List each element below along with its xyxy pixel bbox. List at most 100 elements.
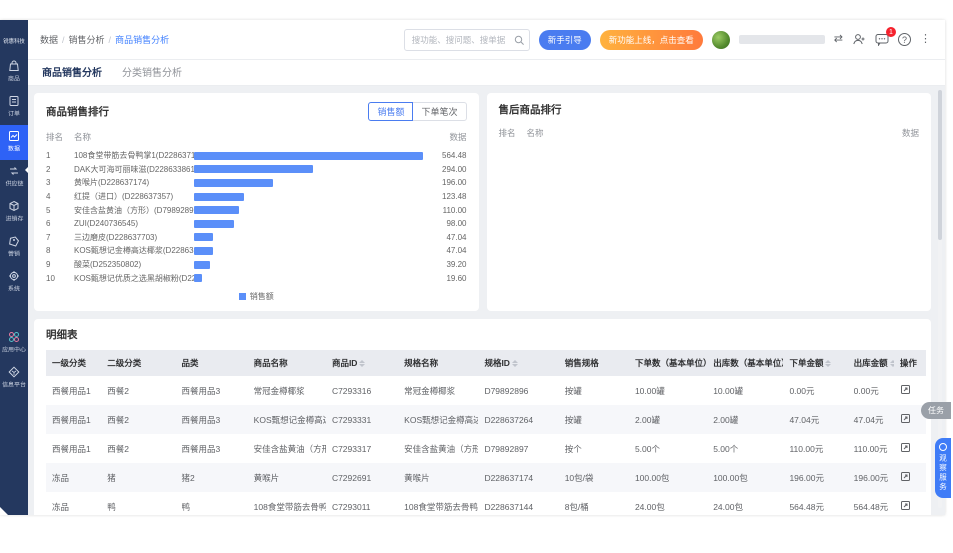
chart-legend: 销售额 [46,291,467,302]
tab-product-sales-analysis[interactable]: 商品销售分析 [42,64,102,79]
legend-label: 销售额 [249,292,274,301]
bar [194,260,210,269]
sidebar-item-inventory[interactable]: 进销存 [0,195,28,230]
brand-logo: 锐惠科技 [3,39,25,45]
col-category: 品类 [181,358,199,368]
search-icon[interactable] [514,33,525,51]
sort-icon[interactable] [359,360,366,368]
rank-row: 10KOS甄想记优质之选黑胡椒粉(D228634296)19.60 [46,273,467,283]
data-chart-icon [8,130,20,142]
view-detail-icon[interactable] [900,413,911,426]
sidebar-item-system[interactable]: 系统 [0,265,28,300]
col-level2-category: 二级分类 [107,358,142,368]
table-title: 明细表 [46,329,78,341]
detail-table: 一级分类 二级分类 品类 商品名称 商品ID 规格名称 规格ID 销售规格 下单… [46,350,926,515]
breadcrumb-data[interactable]: 数据 [40,33,58,46]
col-order-amount[interactable]: 下单金额 [783,350,847,376]
table-row: 西餐用品1西餐2西餐用品3安佳含盐黄油（方形）C7293317安佳含盐黄油（方形… [46,434,926,463]
detail-table-panel: 明细表 一级分类 二级分类 品类 商品名称 商品ID 规格名称 规格ID 销售规… [34,319,931,515]
help-icon[interactable]: ? [898,33,911,46]
col-product-id[interactable]: 商品ID [326,350,398,376]
table-header-row: 一级分类 二级分类 品类 商品名称 商品ID 规格名称 规格ID 销售规格 下单… [46,350,926,376]
panel-title: 商品销售排行 [46,106,109,118]
toggle-order-count[interactable]: 下单笔次 [412,102,467,121]
toggle-sales-amount[interactable]: 销售额 [368,102,414,121]
kebab-menu-icon[interactable]: ⋮ [920,34,931,45]
sidebar-item-label: 信息平台 [2,382,26,389]
bag-icon [8,60,20,72]
sidebar-item-info-platform[interactable]: 信息平台 [0,361,28,396]
bar [194,165,313,174]
avatar[interactable] [711,30,730,49]
new-feature-button[interactable]: 新功能上线，点击查看 [599,29,703,50]
sidebar-item-label: 数据 [8,146,20,153]
ranking-bar-chart: 1 108食堂带筋去骨鸭掌1(D228637144) 564.48 2 DAK大可海可… [46,149,467,287]
sort-icon[interactable] [825,360,832,368]
view-detail-icon[interactable] [900,500,911,513]
col-spec-name: 规格名称 [404,358,439,368]
sort-icon[interactable] [889,360,894,368]
marketing-tag-icon [8,235,20,247]
sidebar-item-app-center[interactable]: 应用中心 [0,326,28,361]
content-area: 商品销售排行 销售额 下单笔次 排名 名称 数据 1 108食堂带筋去骨鸭掌1(… [28,86,945,515]
sort-icon[interactable] [511,360,518,368]
bar [194,192,244,201]
breadcrumb-separator: / [62,34,65,45]
rank-row: 7 三边磨皮(D228637703) 47.04 [46,232,467,242]
message-count-badge: 1 [886,27,896,37]
col-level1-category: 一级分类 [52,358,87,368]
global-search [403,28,530,51]
supply-chain-icon [8,165,20,177]
beginner-guide-button[interactable]: 新手引导 [538,29,591,50]
sidebar-item-marketing[interactable]: 营销 [0,230,28,265]
rank-row: 2 DAK大可海可丽味滋(D228633861) 294.00 [46,164,467,174]
sidebar-item-label: 营销 [8,251,20,258]
sidebar-item-supply-chain[interactable]: 供应链 [0,160,28,195]
product-sales-ranking-panel: 商品销售排行 销售额 下单笔次 排名 名称 数据 1 108食堂带筋去骨鸭掌1(… [34,93,479,311]
sidebar-item-data[interactable]: 数据 [0,125,28,160]
table-row: 冻品猪猪2 黄喉片 C7292691 黄喉片 D228637174 10包/袋 100.00… [46,463,926,492]
legend-swatch [238,293,246,300]
task-float-button[interactable]: 任务 [921,402,951,419]
breadcrumb-sales-analysis[interactable]: 销售分析 [69,33,105,46]
search-input[interactable] [403,28,530,51]
sidebar-corner-decoration [0,507,8,515]
customer-service-float-button[interactable]: 观察服务 [935,438,951,498]
sidebar-item-label: 订单 [8,111,20,118]
inventory-icon [8,200,20,212]
col-outbound-qty[interactable]: 出库数（基本单位） [707,350,783,376]
switch-account-icon[interactable]: ⇄ [834,34,843,45]
empty-ranking-body [499,145,920,302]
table-row: 西餐用品1西餐2西餐用品3KOS甄想记金樽高达椰浆C7293331KOS甄想记金… [46,405,926,434]
col-order-qty[interactable]: 下单数（基本单位） [629,350,707,376]
bar [194,219,234,228]
col-spec-id[interactable]: 规格ID [478,350,558,376]
sidebar-item-orders[interactable]: 订单 [0,90,28,125]
tab-category-sales-analysis[interactable]: 分类销售分析 [122,64,182,79]
view-detail-icon[interactable] [900,384,911,397]
breadcrumb: 数据 / 销售分析 / 商品销售分析 [40,33,169,46]
gear-icon [8,270,20,282]
messages-icon[interactable]: 1 [875,27,896,46]
view-detail-icon[interactable] [900,442,911,455]
sidebar-item-goods[interactable]: 商品 [0,55,28,90]
bar [194,206,239,215]
rank-row: 9 酸菜(D252350802) 39.20 [46,260,467,270]
ranking-list-header: 排名 名称 数据 [498,128,920,138]
table-row: 西餐用品1 西餐2 西餐用品3 常冠金樽椰浆 C7293316 常冠金樽椰浆 D798928… [46,376,926,405]
col-sale-spec: 销售规格 [564,358,599,368]
col-outbound-amount[interactable]: 出库金额 [848,350,894,376]
ranking-list-header: 排名 名称 数据 [46,132,467,142]
aftersale-product-ranking-panel: 售后商品排行 排名 名称 数据 [486,93,931,311]
scrollbar-thumb[interactable] [938,90,942,240]
col-product-name: 商品名称 [253,358,288,368]
bar [194,178,274,187]
invite-member-icon[interactable] [852,33,866,46]
view-detail-icon[interactable] [900,471,911,484]
col-operation: 操作 [899,358,917,368]
sidebar: 锐惠科技 商品 订单 数据 供应链 进销存 营销 系统 应用中心 信息平台 [0,20,29,515]
rank-row: 6 ZUI(D240736545) 98.00 [46,219,467,229]
sidebar-item-label: 应用中心 [2,347,26,354]
top-bar: 数据 / 销售分析 / 商品销售分析 新手引导 新功能上线，点击查看 ⇄ [28,20,945,60]
sidebar-item-label: 系统 [8,286,20,293]
